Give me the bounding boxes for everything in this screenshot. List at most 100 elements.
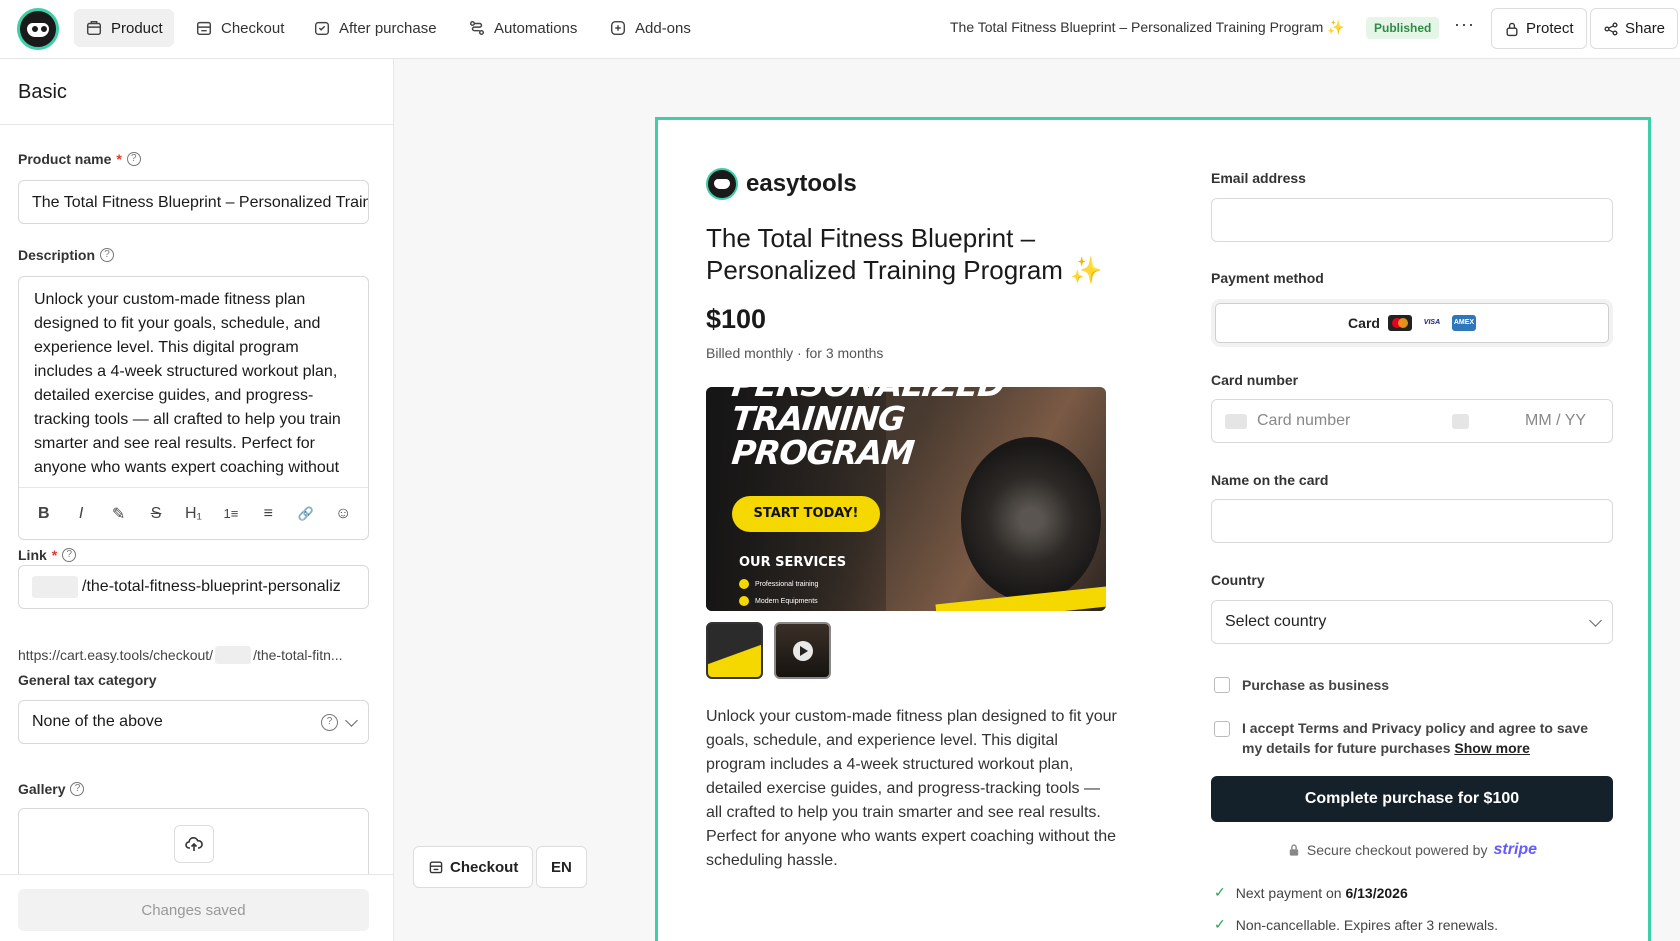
product-price: $100 [706, 304, 767, 334]
highlight-icon[interactable]: ✎ [105, 504, 133, 524]
status-badge: Published [1366, 17, 1440, 39]
country-label: Country [1211, 572, 1265, 588]
nav-checkout-label: Checkout [221, 19, 285, 37]
sidebar-footer: Changes saved [0, 874, 393, 941]
next-payment-note: ✓ Next payment on 6/13/2026 [1214, 884, 1408, 901]
formatting-toolbar: B I ✎ S H₁ 1≡ ≡ 🔗 ☺ [19, 487, 368, 539]
dumbbell-plate [961, 437, 1101, 602]
product-name-input[interactable]: The Total Fitness Blueprint – Personaliz… [18, 180, 369, 224]
cover-line-3: PROGRAM [729, 433, 916, 472]
protect-button[interactable]: Protect [1491, 8, 1587, 49]
changes-saved-button[interactable]: Changes saved [18, 889, 369, 931]
visa-icon: VISA [1419, 315, 1444, 331]
card-number-label: Card number [1211, 372, 1299, 388]
nav-checkout[interactable]: Checkout [184, 9, 295, 47]
link-slug: /the-total-fitness-blueprint-personaliz [82, 578, 341, 595]
nav-after-purchase[interactable]: After purchase [302, 9, 448, 47]
divider [0, 124, 393, 125]
tax-category-select[interactable]: None of the above ? [18, 700, 369, 744]
card-payment-tab[interactable]: Card VISA AMEX [1215, 303, 1609, 343]
share-label: Share [1625, 20, 1666, 37]
gallery-thumbnail[interactable] [706, 622, 763, 679]
secure-checkout-note: Secure checkout powered by stripe [1211, 841, 1613, 859]
nav-after-purchase-label: After purchase [339, 19, 437, 37]
help-icon[interactable]: ? [100, 248, 115, 262]
complete-purchase-button[interactable]: Complete purchase for $100 [1211, 776, 1613, 822]
preview-checkout-toggle[interactable]: Checkout [413, 846, 534, 888]
share-button[interactable]: Share [1590, 8, 1679, 49]
payment-method-label: Payment method [1211, 270, 1324, 286]
heading-icon[interactable]: H₁ [179, 505, 207, 523]
terms-label: I accept Terms and Privacy policy and ag… [1242, 720, 1589, 756]
tax-category-value: None of the above [32, 713, 163, 730]
card-number-field[interactable]: Card number MM / YY [1211, 399, 1613, 443]
card-tab-label: Card [1348, 315, 1380, 331]
box-icon [86, 20, 102, 36]
bullet-list-icon[interactable]: ≡ [254, 505, 282, 523]
help-icon[interactable]: ? [321, 714, 338, 731]
name-on-card-label: Name on the card [1211, 472, 1329, 488]
description-editor[interactable]: Unlock your custom-made fitness plan des… [18, 276, 369, 540]
business-label: Purchase as business [1242, 677, 1390, 693]
easytools-logo[interactable] [17, 8, 59, 50]
play-icon [793, 641, 813, 661]
strikethrough-icon[interactable]: S [142, 505, 170, 523]
cloud-upload-icon [185, 837, 203, 851]
gallery-thumbnail-video[interactable] [774, 622, 831, 679]
mastercard-icon [1387, 315, 1412, 331]
cover-service-item: Modern Equipments [739, 596, 818, 606]
lock-icon [1289, 844, 1299, 856]
billing-info: Billed monthly · for 3 months [706, 345, 884, 361]
product-description: Unlock your custom-made fitness plan des… [706, 708, 1117, 869]
link-label: Link *? [18, 547, 77, 563]
email-field[interactable] [1211, 198, 1613, 242]
ordered-list-icon[interactable]: 1≡ [217, 506, 245, 521]
description-label: Description? [18, 247, 115, 263]
amex-icon: AMEX [1451, 315, 1476, 331]
italic-icon[interactable]: I [67, 505, 95, 523]
description-text[interactable]: Unlock your custom-made fitness plan des… [19, 277, 368, 484]
stripe-logo: stripe [1493, 841, 1538, 858]
show-more-link[interactable]: Show more [1454, 740, 1529, 756]
bag-check-icon [314, 21, 330, 36]
more-options-icon[interactable]: ··· [1454, 14, 1475, 35]
product-title-header: The Total Fitness Blueprint – Personaliz… [950, 19, 1345, 35]
section-title: Basic [18, 81, 67, 103]
upload-button[interactable] [174, 825, 214, 863]
help-icon[interactable]: ? [62, 548, 77, 562]
checkout-url[interactable]: https://cart.easy.tools/checkout//the-to… [18, 646, 343, 664]
check-icon: ✓ [1214, 884, 1226, 900]
expiry-placeholder[interactable]: MM / YY [1525, 412, 1586, 430]
link-input[interactable]: /the-total-fitness-blueprint-personaliz [18, 565, 369, 609]
nav-add-ons[interactable]: Add-ons [598, 9, 702, 47]
easytools-logo [706, 168, 738, 200]
country-placeholder: Select country [1225, 613, 1327, 630]
country-select[interactable]: Select country [1211, 600, 1613, 644]
emoji-icon[interactable]: ☺ [329, 505, 357, 523]
brand-name: easytools [746, 170, 857, 197]
name-on-card-field[interactable] [1211, 499, 1613, 543]
chevron-down-icon [345, 714, 358, 727]
top-bar: Product Checkout After purchase Automati… [0, 0, 1680, 59]
register-icon [429, 861, 443, 874]
link-icon[interactable]: 🔗 [292, 506, 320, 522]
help-icon[interactable]: ? [70, 782, 85, 796]
product-title: The Total Fitness Blueprint – Personaliz… [706, 223, 1103, 285]
checkout-preview: easytools The Total Fitness Blueprint – … [655, 117, 1651, 941]
cover-cta: START TODAY! [732, 496, 880, 532]
product-cover-image[interactable]: PERSONALIZED TRAINING PROGRAM START TODA… [706, 387, 1106, 611]
nav-automations[interactable]: Automations [457, 9, 588, 47]
bold-icon[interactable]: B [30, 505, 58, 523]
flow-icon [469, 20, 485, 36]
language-selector[interactable]: EN [536, 846, 587, 888]
tax-category-label: General tax category [18, 672, 157, 688]
share-icon [1604, 21, 1618, 36]
terms-checkbox[interactable] [1214, 721, 1230, 737]
business-checkbox[interactable] [1214, 677, 1230, 693]
product-settings-sidebar: Basic Product name *? The Total Fitness B… [0, 59, 394, 941]
help-icon[interactable]: ? [126, 152, 141, 166]
cover-services-title: OUR SERVICES [739, 555, 847, 570]
product-name-label: Product name *? [18, 151, 141, 167]
redacted-store-slug [32, 576, 78, 598]
nav-product[interactable]: Product [74, 9, 174, 47]
